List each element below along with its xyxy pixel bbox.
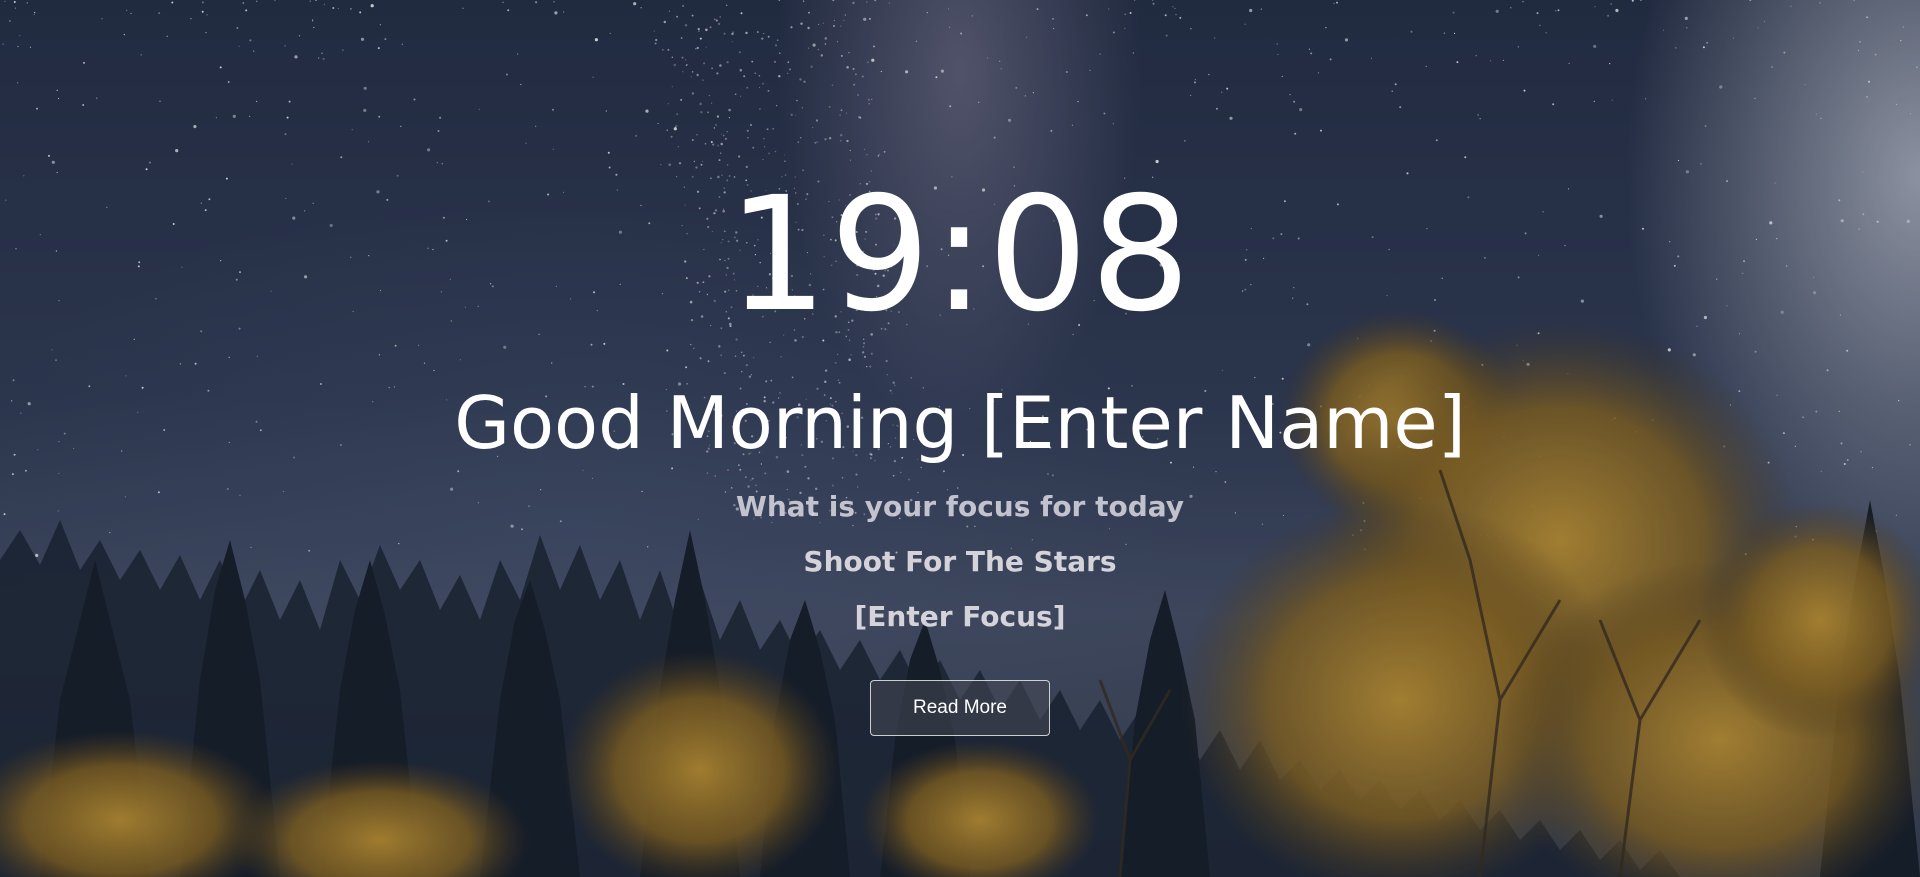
dashboard: 19:08 Good Morning [Enter Name] What is …: [0, 0, 1920, 877]
greeting-heading[interactable]: Good Morning [Enter Name]: [0, 378, 1920, 468]
clock-time: 19:08: [727, 163, 1193, 347]
focus-quote: Shoot For The Stars: [803, 545, 1117, 578]
focus-question: What is your focus for today: [735, 490, 1185, 523]
focus-input[interactable]: [Enter Focus]: [0, 598, 1920, 636]
read-more-button[interactable]: Read More: [870, 680, 1050, 736]
